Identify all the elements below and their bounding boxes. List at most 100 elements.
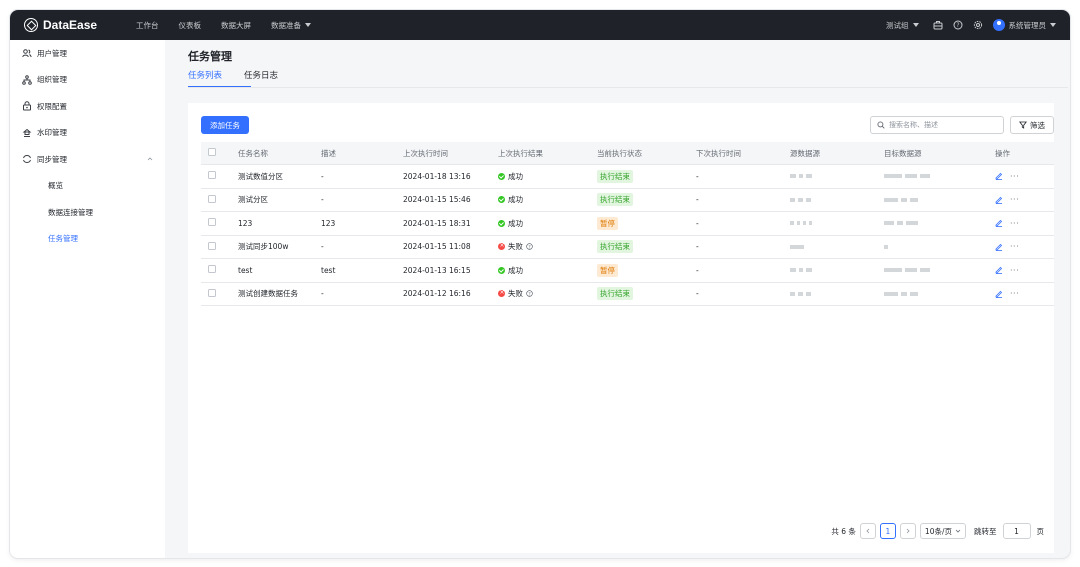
- last-run-time: 2024-01-12 16:16: [403, 289, 471, 299]
- logo-icon: [24, 18, 38, 32]
- row-checkbox[interactable]: [208, 288, 216, 297]
- page-button-current[interactable]: 1: [879, 523, 896, 539]
- toolbox-icon[interactable]: [933, 20, 943, 30]
- help-icon[interactable]: ?: [526, 290, 533, 297]
- last-result-cell: 成功: [498, 218, 597, 229]
- redacted-block: [790, 197, 795, 202]
- sidebar-item-permissions[interactable]: 权限配置: [10, 93, 165, 120]
- last-run-time: 2024-01-13 16:15: [403, 265, 471, 275]
- sidebar-item-users[interactable]: 用户管理: [10, 40, 165, 67]
- main-content: 任务管理 任务列表 任务日志 添加任务 筛选: [178, 40, 1068, 558]
- chevron-up-icon[interactable]: [147, 156, 153, 162]
- edit-icon[interactable]: [995, 172, 1003, 181]
- more-icon[interactable]: ···: [1010, 172, 1019, 181]
- filter-label: 筛选: [1030, 120, 1045, 130]
- status-badge: 执行结束: [597, 193, 633, 207]
- column-header: 源数据源: [790, 148, 820, 158]
- page-title: 任务管理: [188, 50, 232, 63]
- source-datasource: [790, 291, 884, 296]
- tab-divider: [188, 87, 1068, 88]
- tab-task-list[interactable]: 任务列表: [188, 69, 222, 85]
- group-switch[interactable]: 测试组: [886, 20, 919, 31]
- last-result-cell: 成功: [498, 265, 597, 276]
- actions-cell: ···: [995, 289, 1054, 298]
- redacted-block: [803, 221, 806, 226]
- row-checkbox[interactable]: [208, 171, 216, 180]
- task-description: 123: [321, 218, 336, 228]
- more-icon[interactable]: ···: [1010, 242, 1019, 251]
- sidebar-item-watermark[interactable]: 水印管理: [10, 120, 165, 147]
- tab-task-log[interactable]: 任务日志: [244, 69, 278, 85]
- sidebar-item-label: 同步管理: [37, 154, 67, 164]
- task-description: -: [321, 171, 324, 181]
- total-count: 6: [841, 526, 847, 536]
- task-name: 测试同步100w: [238, 242, 289, 252]
- table-row: 测试同步100w-2024-01-15 11:08失败?执行结束-···: [201, 236, 1054, 259]
- more-icon[interactable]: ···: [1010, 219, 1019, 228]
- edit-icon[interactable]: [995, 219, 1003, 228]
- more-icon[interactable]: ···: [1010, 195, 1019, 204]
- table-row: test test 2024-01-13 16:15 成功 暂停 - ···: [201, 259, 1054, 283]
- page-size-select[interactable]: 10条/页: [919, 523, 966, 539]
- sidebar-item-tasks[interactable]: 任务管理: [10, 226, 165, 253]
- search-input[interactable]: [889, 121, 999, 129]
- redacted-block: [884, 221, 894, 226]
- last-run-time: 2024-01-15 15:46: [403, 195, 471, 205]
- search-box[interactable]: [870, 116, 1004, 134]
- column-header: 描述: [321, 148, 336, 158]
- nav-screen[interactable]: 数据大屏: [221, 20, 251, 31]
- help-icon[interactable]: ?: [526, 243, 533, 250]
- last-result: 失败: [508, 289, 523, 299]
- help-icon[interactable]: ?: [953, 20, 963, 30]
- redacted-block: [884, 291, 898, 296]
- nav-dashboard[interactable]: 仪表板: [179, 20, 202, 31]
- edit-icon[interactable]: [995, 243, 1003, 251]
- actions-cell: ···: [995, 266, 1054, 275]
- prev-page-button[interactable]: [859, 523, 876, 539]
- sidebar-item-connections[interactable]: 数据连接管理: [10, 199, 165, 226]
- row-checkbox[interactable]: [208, 241, 216, 250]
- more-icon[interactable]: ···: [1010, 289, 1019, 298]
- next-page-button[interactable]: [899, 523, 916, 539]
- more-icon[interactable]: ···: [1010, 266, 1019, 275]
- chevron-down-icon: [955, 529, 961, 533]
- sidebar-item-org[interactable]: 组织管理: [10, 67, 165, 94]
- user-menu[interactable]: 系统管理员: [992, 19, 1056, 31]
- table-header: 任务名称 描述 上次执行时间 上次执行结果 当前执行状态 下次执行时间 源数据源…: [201, 142, 1054, 165]
- row-select-cell: [201, 265, 238, 275]
- jump-page-input[interactable]: 1: [1002, 523, 1031, 539]
- edit-icon[interactable]: [995, 196, 1003, 204]
- edit-icon[interactable]: [995, 290, 1003, 298]
- select-all-checkbox[interactable]: [208, 148, 216, 156]
- last-result: 成功: [508, 171, 523, 181]
- last-result: 失败: [508, 242, 523, 252]
- sidebar-item-sync[interactable]: 同步管理: [10, 146, 165, 173]
- row-checkbox[interactable]: [208, 265, 216, 274]
- next-run-time: -: [696, 171, 699, 181]
- lock-icon: [23, 101, 31, 111]
- edit-icon[interactable]: [995, 266, 1003, 275]
- status-cell: 执行结束: [597, 193, 696, 207]
- redacted-block: [799, 174, 803, 179]
- gear-icon[interactable]: [973, 20, 983, 30]
- row-select-cell: [201, 241, 238, 252]
- task-table: 任务名称 描述 上次执行时间 上次执行结果 当前执行状态 下次执行时间 源数据源…: [201, 142, 1054, 306]
- brand-logo[interactable]: DataEase: [24, 18, 136, 32]
- status-cell: 执行结束: [597, 169, 696, 183]
- next-run-time: -: [696, 195, 699, 205]
- add-task-button[interactable]: 添加任务: [201, 116, 249, 134]
- next-run-time: -: [696, 289, 699, 299]
- sync-icon: [23, 155, 31, 164]
- row-checkbox[interactable]: [208, 218, 216, 227]
- row-select-cell: [201, 288, 238, 299]
- row-checkbox[interactable]: [208, 194, 216, 203]
- task-name: 测试分区: [238, 195, 268, 205]
- sidebar-item-overview[interactable]: 概览: [10, 173, 165, 200]
- redacted-block: [901, 197, 907, 202]
- actions-cell: ···: [995, 195, 1054, 204]
- nav-data-prep[interactable]: 数据准备: [271, 20, 311, 31]
- redacted-block: [798, 291, 803, 296]
- total-prefix: 共: [831, 526, 839, 536]
- filter-button[interactable]: 筛选: [1010, 116, 1054, 134]
- nav-workbench[interactable]: 工作台: [136, 20, 159, 31]
